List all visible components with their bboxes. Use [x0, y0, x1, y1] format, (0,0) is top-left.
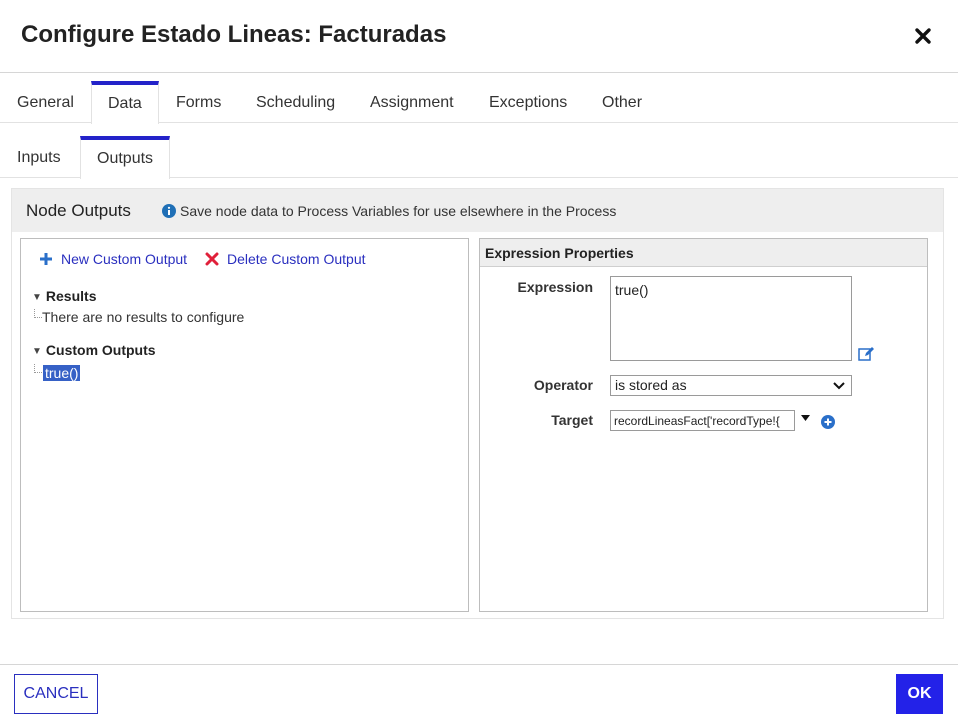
caret-down-icon[interactable]: [801, 415, 810, 421]
tab-data[interactable]: Data: [91, 81, 159, 124]
main-tabs: General Data Forms Scheduling Assignment…: [0, 81, 958, 124]
new-custom-output-label: New Custom Output: [61, 251, 188, 267]
tab-exceptions[interactable]: Exceptions: [473, 81, 583, 123]
expression-properties-title: Expression Properties: [485, 245, 634, 261]
info-text: Save node data to Process Variables for …: [180, 203, 617, 219]
ok-button[interactable]: OK: [896, 674, 943, 714]
node-outputs-section: Node Outputs Save node data to Process V…: [11, 188, 944, 619]
custom-output-item[interactable]: true(): [43, 365, 81, 381]
dialog-header: Configure Estado Lineas: Facturadas: [0, 0, 958, 73]
expression-field[interactable]: true(): [610, 276, 852, 361]
dialog-title: Configure Estado Lineas: Facturadas: [21, 21, 447, 48]
delete-x-icon: [205, 252, 219, 266]
tab-assignment[interactable]: Assignment: [354, 81, 470, 123]
collapse-triangle-icon[interactable]: ▼: [32, 292, 42, 303]
node-outputs-banner: Node Outputs Save node data to Process V…: [12, 189, 943, 232]
tab-other[interactable]: Other: [586, 81, 658, 123]
dialog-footer: CANCEL OK: [0, 664, 958, 718]
target-label: Target: [551, 412, 593, 428]
add-target-icon[interactable]: [821, 415, 835, 429]
results-heading: Results: [45, 288, 97, 304]
chevron-down-icon: [833, 382, 845, 390]
operator-selected-value: is stored as: [615, 377, 687, 393]
info-icon: [162, 204, 176, 218]
edit-expression-icon[interactable]: [858, 346, 875, 361]
plus-icon: [40, 253, 52, 265]
section-title: Node Outputs: [26, 201, 131, 220]
outputs-tree-panel: New Custom Output Delete Custom Output ▼…: [20, 238, 469, 612]
subtab-outputs[interactable]: Outputs: [80, 136, 171, 179]
results-node[interactable]: ▼ Results: [32, 288, 96, 304]
expression-properties-header: Expression Properties: [480, 239, 927, 267]
expression-properties-panel: Expression Properties Expression true() …: [479, 238, 928, 612]
cancel-button[interactable]: CANCEL: [14, 674, 98, 714]
delete-custom-output-label: Delete Custom Output: [227, 251, 366, 267]
subtab-inputs[interactable]: Inputs: [1, 136, 77, 178]
target-input[interactable]: recordLineasFact['recordType!{: [610, 410, 795, 431]
results-empty-text: There are no results to configure: [42, 309, 245, 325]
collapse-triangle-icon[interactable]: ▼: [32, 346, 42, 357]
custom-outputs-heading: Custom Outputs: [45, 342, 156, 358]
tree-connector: [34, 309, 42, 318]
tab-forms[interactable]: Forms: [160, 81, 237, 123]
custom-outputs-node[interactable]: ▼ Custom Outputs: [32, 342, 156, 358]
tab-general[interactable]: General: [1, 81, 90, 123]
tree-connector: [34, 364, 42, 373]
sub-tabs: Inputs Outputs: [0, 136, 958, 179]
operator-label: Operator: [533, 377, 593, 393]
expression-label: Expression: [517, 279, 593, 295]
tab-scheduling[interactable]: Scheduling: [240, 81, 351, 123]
operator-select[interactable]: is stored as: [610, 375, 852, 396]
close-icon[interactable]: [913, 26, 933, 46]
